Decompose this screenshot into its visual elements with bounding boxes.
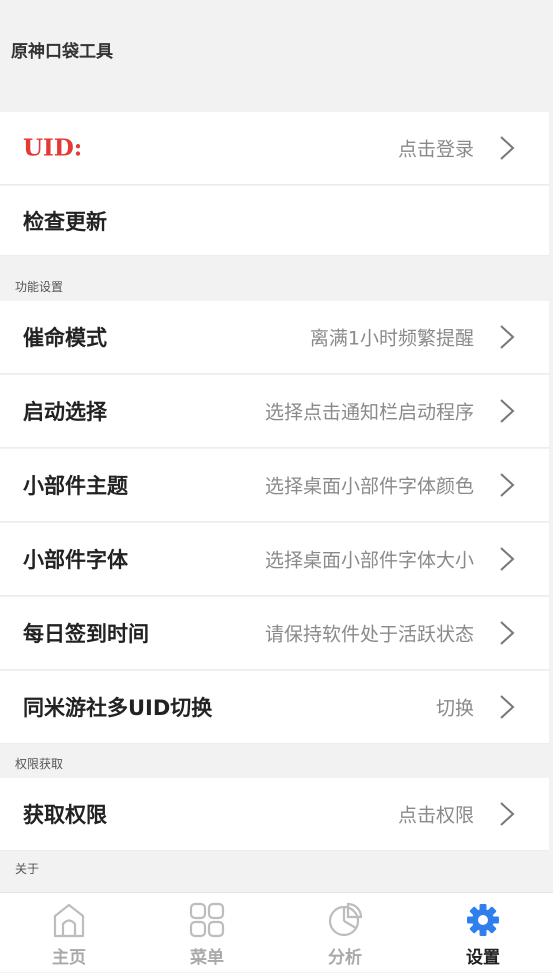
bottom-tab-bar: 主页 菜单 分析 设置 xyxy=(0,892,553,972)
section-permissions: 权限获取 xyxy=(15,757,64,771)
app-header: 原神口袋工具 xyxy=(0,0,553,110)
check-update-label: 检查更新 xyxy=(23,209,107,234)
tab-settings[interactable]: 设置 xyxy=(414,893,552,973)
chevron-right-icon xyxy=(500,802,515,826)
multi-uid-switch-label: 同米游社多UID切换 xyxy=(23,696,213,720)
chevron-right-icon xyxy=(500,325,515,349)
tab-menu-label: 菜单 xyxy=(190,948,224,968)
widget-theme-row[interactable]: 小部件主题 选择桌面小部件字体颜色 xyxy=(0,449,549,522)
gear-icon xyxy=(467,904,499,936)
daily-signin-row[interactable]: 每日签到时间 请保持软件处于活跃状态 xyxy=(0,597,549,670)
chevron-right-icon xyxy=(500,399,515,423)
widget-theme-label: 小部件主题 xyxy=(23,474,128,498)
widget-theme-value: 选择桌面小部件字体颜色 xyxy=(264,475,474,498)
widget-font-row[interactable]: 小部件字体 选择桌面小部件字体大小 xyxy=(0,523,549,596)
uid-login-row[interactable]: UID: 点击登录 xyxy=(0,112,549,185)
launch-select-value: 选择点击通知栏启动程序 xyxy=(264,401,474,424)
grid-icon xyxy=(189,902,225,938)
widget-font-label: 小部件字体 xyxy=(23,548,128,572)
home-icon xyxy=(53,903,85,938)
urge-mode-row[interactable]: 催命模式 离满1小时频繁提醒 xyxy=(0,301,549,374)
chevron-right-icon xyxy=(500,473,515,497)
launch-select-row[interactable]: 启动选择 选择点击通知栏启动程序 xyxy=(0,375,549,448)
tab-home-label: 主页 xyxy=(52,948,86,968)
tab-settings-label: 设置 xyxy=(466,948,500,968)
app-title: 原神口袋工具 xyxy=(11,42,113,62)
daily-signin-value: 请保持软件处于活跃状态 xyxy=(264,623,474,646)
login-hint: 点击登录 xyxy=(397,138,474,161)
get-permission-value: 点击权限 xyxy=(397,804,474,827)
urge-mode-value: 离满1小时频繁提醒 xyxy=(309,327,474,350)
urge-mode-label: 催命模式 xyxy=(23,326,107,350)
chevron-right-icon xyxy=(500,621,515,645)
tab-analysis[interactable]: 分析 xyxy=(276,893,414,973)
chevron-right-icon xyxy=(500,547,515,571)
section-about: 关于 xyxy=(15,862,40,876)
daily-signin-label: 每日签到时间 xyxy=(23,622,149,646)
check-update-row[interactable]: 检查更新 xyxy=(0,186,549,256)
tab-home[interactable]: 主页 xyxy=(0,893,138,973)
chevron-right-icon xyxy=(500,136,515,160)
get-permission-label: 获取权限 xyxy=(23,803,107,827)
uid-label: UID: xyxy=(23,134,83,162)
multi-uid-switch-row[interactable]: 同米游社多UID切换 切换 xyxy=(0,671,549,744)
chevron-right-icon xyxy=(500,695,515,719)
widget-font-value: 选择桌面小部件字体大小 xyxy=(264,549,474,572)
get-permission-row[interactable]: 获取权限 点击权限 xyxy=(0,778,549,851)
pie-chart-icon xyxy=(328,902,363,937)
launch-select-label: 启动选择 xyxy=(23,400,107,424)
tab-analysis-label: 分析 xyxy=(328,948,362,968)
multi-uid-switch-value: 切换 xyxy=(435,697,474,720)
tab-menu[interactable]: 菜单 xyxy=(138,893,276,973)
section-function-settings: 功能设置 xyxy=(15,280,64,294)
